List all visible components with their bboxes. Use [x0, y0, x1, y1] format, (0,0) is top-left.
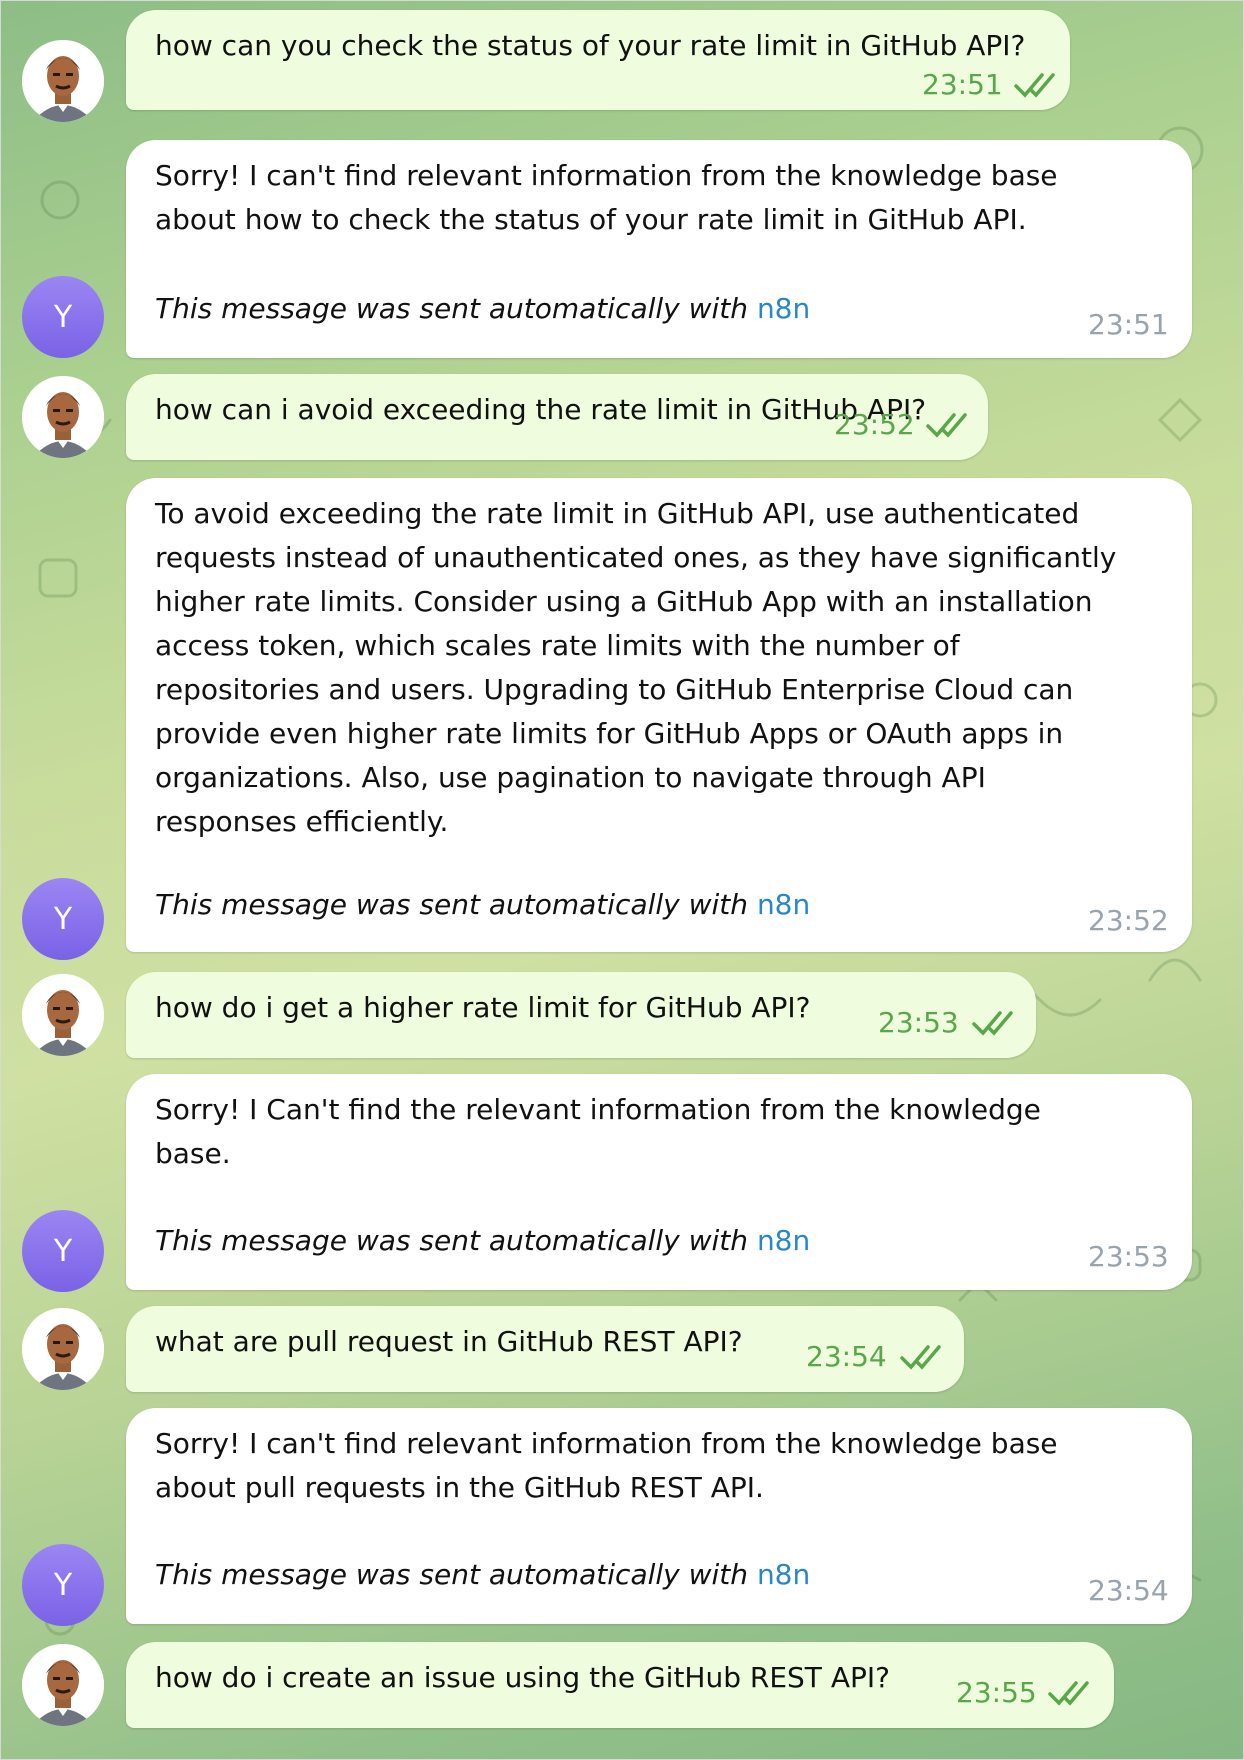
double-check-icon [972, 1011, 1013, 1036]
message-text: Sorry! I can't find relevant information… [155, 1427, 1058, 1460]
user-avatar-icon [22, 40, 104, 122]
incoming-message-bubble[interactable]: Sorry! I can't find relevant information… [126, 140, 1192, 358]
user-avatar-icon [22, 376, 104, 458]
n8n-link[interactable]: n8n [757, 1224, 810, 1257]
message-text: how can you check the status of your rat… [155, 29, 1026, 62]
chat-history: how can you check the status of your rat… [0, 0, 1244, 1760]
n8n-link[interactable]: n8n [757, 1558, 810, 1591]
message-time: 23:53 [1088, 1240, 1169, 1273]
user-avatar[interactable] [22, 40, 104, 122]
auto-message-footer: This message was sent automatically with… [155, 1558, 810, 1591]
bot-avatar-letter: Y [53, 299, 73, 335]
double-check-icon [1048, 1681, 1089, 1706]
incoming-message-bubble[interactable]: Sorry! I Can't find the relevant informa… [126, 1074, 1192, 1290]
incoming-message-bubble[interactable]: Sorry! I can't find relevant information… [126, 1408, 1192, 1624]
message-text: Sorry! I can't find relevant information… [155, 159, 1058, 192]
message-text: how do i create an issue using the GitHu… [155, 1661, 890, 1694]
outgoing-message-bubble[interactable]: how do i get a higher rate limit for Git… [126, 972, 1036, 1058]
message-text: how can i avoid exceeding the rate limit… [155, 393, 927, 426]
auto-message-footer: This message was sent automatically with… [155, 1224, 810, 1257]
message-text: about pull requests in the GitHub REST A… [155, 1471, 764, 1504]
message-text: base. [155, 1137, 231, 1170]
message-time: 23:51 [1088, 308, 1169, 341]
user-avatar-icon [22, 974, 104, 1056]
message-text: requests instead of unauthenticated ones… [155, 541, 1117, 574]
message-text: access token, which scales rate limits w… [155, 629, 960, 662]
footer-text: This message was sent automatically with [155, 292, 749, 325]
user-avatar[interactable] [22, 376, 104, 458]
outgoing-message-bubble[interactable]: how can i avoid exceeding the rate limit… [126, 374, 988, 460]
bot-avatar-letter: Y [53, 1567, 73, 1603]
message-time: 23:54 [1088, 1574, 1169, 1607]
message-text: To avoid exceeding the rate limit in Git… [155, 497, 1080, 530]
n8n-link[interactable]: n8n [757, 888, 810, 921]
bot-avatar[interactable]: Y [22, 276, 104, 358]
message-time: 23:52 [1088, 904, 1169, 937]
message-text: responses efficiently. [155, 805, 449, 838]
double-check-icon [900, 1345, 941, 1370]
double-check-icon [1014, 73, 1055, 98]
outgoing-message-bubble[interactable]: how can you check the status of your rat… [126, 10, 1070, 110]
message-text: Sorry! I Can't find the relevant informa… [155, 1093, 1041, 1126]
user-avatar[interactable] [22, 1308, 104, 1390]
message-time: 23:52 [834, 408, 915, 441]
message-text: provide even higher rate limits for GitH… [155, 717, 1064, 750]
bot-avatar[interactable]: Y [22, 1210, 104, 1292]
message-text: repositories and users. Upgrading to Git… [155, 673, 1074, 706]
user-avatar-icon [22, 1644, 104, 1726]
auto-message-footer: This message was sent automatically with… [155, 888, 810, 921]
bot-avatar[interactable]: Y [22, 1544, 104, 1626]
bot-avatar-letter: Y [53, 1233, 73, 1269]
message-time: 23:51 [922, 68, 1003, 101]
auto-message-footer: This message was sent automatically with… [155, 292, 810, 325]
message-text: how do i get a higher rate limit for Git… [155, 991, 811, 1024]
outgoing-message-bubble[interactable]: how do i create an issue using the GitHu… [126, 1642, 1114, 1728]
double-check-icon [926, 413, 967, 438]
message-text: higher rate limits. Consider using a Git… [155, 585, 1093, 618]
n8n-link[interactable]: n8n [757, 292, 810, 325]
bot-avatar-letter: Y [53, 901, 73, 937]
message-time: 23:53 [878, 1006, 959, 1039]
footer-text: This message was sent automatically with [155, 1558, 749, 1591]
message-time: 23:54 [806, 1340, 887, 1373]
message-text: organizations. Also, use pagination to n… [155, 761, 986, 794]
user-avatar[interactable] [22, 974, 104, 1056]
message-text: about how to check the status of your ra… [155, 203, 1027, 236]
incoming-message-bubble[interactable]: To avoid exceeding the rate limit in Git… [126, 478, 1192, 952]
outgoing-message-bubble[interactable]: what are pull request in GitHub REST API… [126, 1306, 964, 1392]
message-time: 23:55 [956, 1676, 1037, 1709]
user-avatar[interactable] [22, 1644, 104, 1726]
message-text: what are pull request in GitHub REST API… [155, 1325, 743, 1358]
bot-avatar[interactable]: Y [22, 878, 104, 960]
footer-text: This message was sent automatically with [155, 1224, 749, 1257]
footer-text: This message was sent automatically with [155, 888, 749, 921]
user-avatar-icon [22, 1308, 104, 1390]
